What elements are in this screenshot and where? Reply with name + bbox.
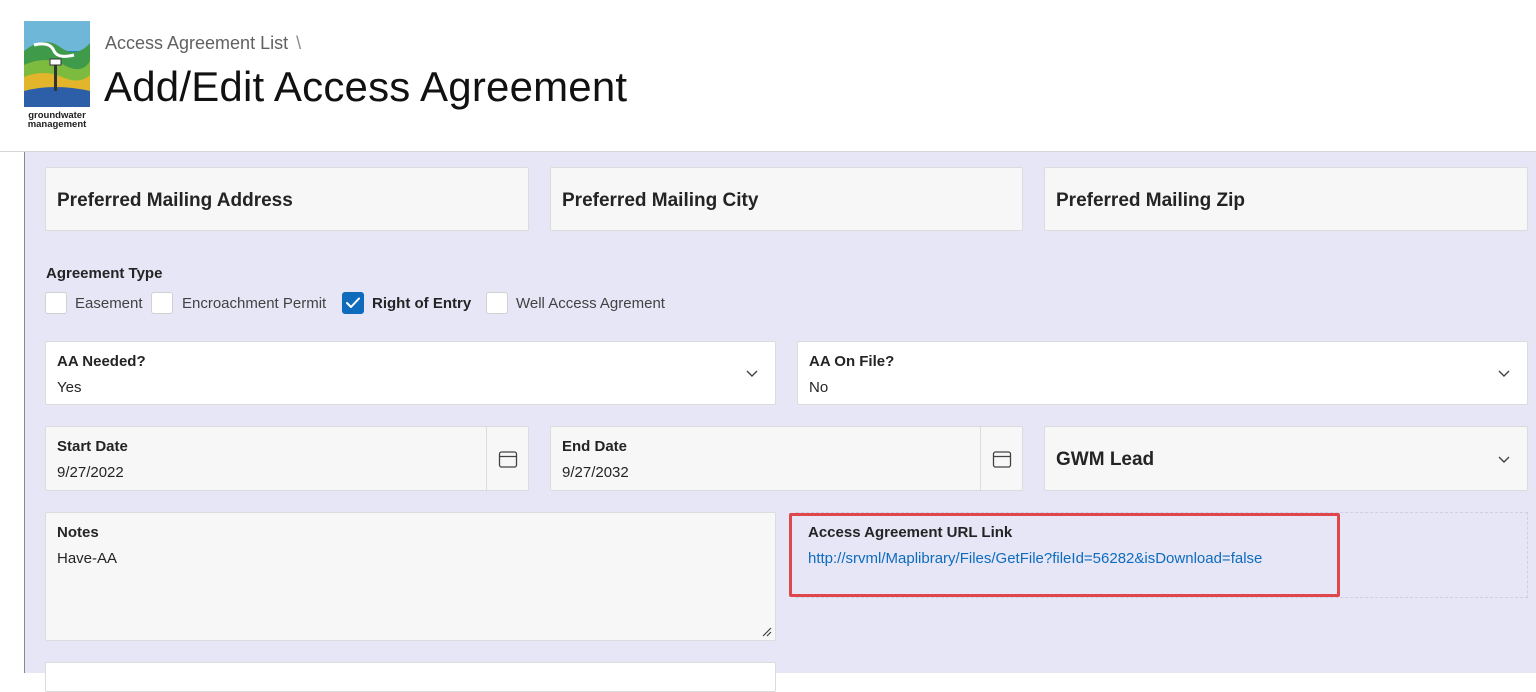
aa-needed-value: Yes [57,379,82,396]
aa-on-file-dropdown[interactable]: AA On File? No [797,341,1528,405]
preferred-mailing-zip-field[interactable]: Preferred Mailing Zip [1044,167,1528,231]
page-title: Add/Edit Access Agreement [104,63,628,110]
preferred-mailing-address-label: Preferred Mailing Address [57,190,293,211]
access-agreement-url-label: Access Agreement URL Link [808,524,1013,541]
calendar-icon [498,451,518,468]
start-date-label: Start Date [57,438,128,455]
aa-on-file-value: No [809,379,829,396]
svg-text:management: management [28,119,87,129]
notes-label: Notes [57,524,99,541]
groundwater-management-logo: groundwater management [24,21,90,130]
right-of-entry-label[interactable]: Right of Entry [372,295,471,312]
well-access-agreement-label[interactable]: Well Access Agrement [516,295,665,312]
next-field-partial[interactable] [45,662,776,692]
agreement-type-label: Agreement Type [46,265,163,282]
end-date-label: End Date [562,438,628,455]
preferred-mailing-city-label: Preferred Mailing City [562,190,759,211]
notes-value: Have-AA [57,550,118,567]
aa-on-file-label: AA On File? [809,353,895,370]
aa-needed-label: AA Needed? [57,353,146,370]
calendar-icon [992,451,1012,468]
start-date-field[interactable]: Start Date 9/27/2022 [45,426,529,491]
page-header: groundwater management Access Agreement … [0,0,1536,152]
chevron-down-icon [1498,370,1510,377]
preferred-mailing-city-field[interactable]: Preferred Mailing City [550,167,1023,231]
notes-textarea[interactable]: Notes Have-AA [45,512,776,641]
right-of-entry-checkbox[interactable] [342,292,364,314]
end-date-calendar-button[interactable] [980,427,1022,490]
preferred-mailing-zip-label: Preferred Mailing Zip [1056,190,1245,211]
access-agreement-url-link[interactable]: http://srvml/Maplibrary/Files/GetFile?fi… [808,550,1262,567]
gwm-lead-dropdown[interactable]: GWM Lead [1044,426,1528,491]
well-access-agreement-checkbox[interactable] [486,292,508,314]
end-date-field[interactable]: End Date 9/27/2032 [550,426,1023,491]
breadcrumb-access-agreement-list[interactable]: Access Agreement List [105,33,288,53]
breadcrumb: Access Agreement List \ [105,33,301,54]
preferred-mailing-address-field[interactable]: Preferred Mailing Address [45,167,529,231]
encroachment-permit-checkbox[interactable] [151,292,173,314]
encroachment-permit-label[interactable]: Encroachment Permit [182,295,326,312]
start-date-value: 9/27/2022 [57,464,124,481]
aa-needed-dropdown[interactable]: AA Needed? Yes [45,341,776,405]
chevron-down-icon [1498,456,1510,463]
resize-grip-icon[interactable] [762,627,772,637]
end-date-value: 9/27/2032 [562,464,629,481]
start-date-calendar-button[interactable] [486,427,528,490]
easement-checkbox[interactable] [45,292,67,314]
easement-label[interactable]: Easement [75,295,143,312]
breadcrumb-separator: \ [296,33,302,53]
checkmark-icon [346,297,360,308]
left-rail [0,152,25,673]
gwm-lead-label: GWM Lead [1056,449,1155,470]
chevron-down-icon [746,370,758,377]
